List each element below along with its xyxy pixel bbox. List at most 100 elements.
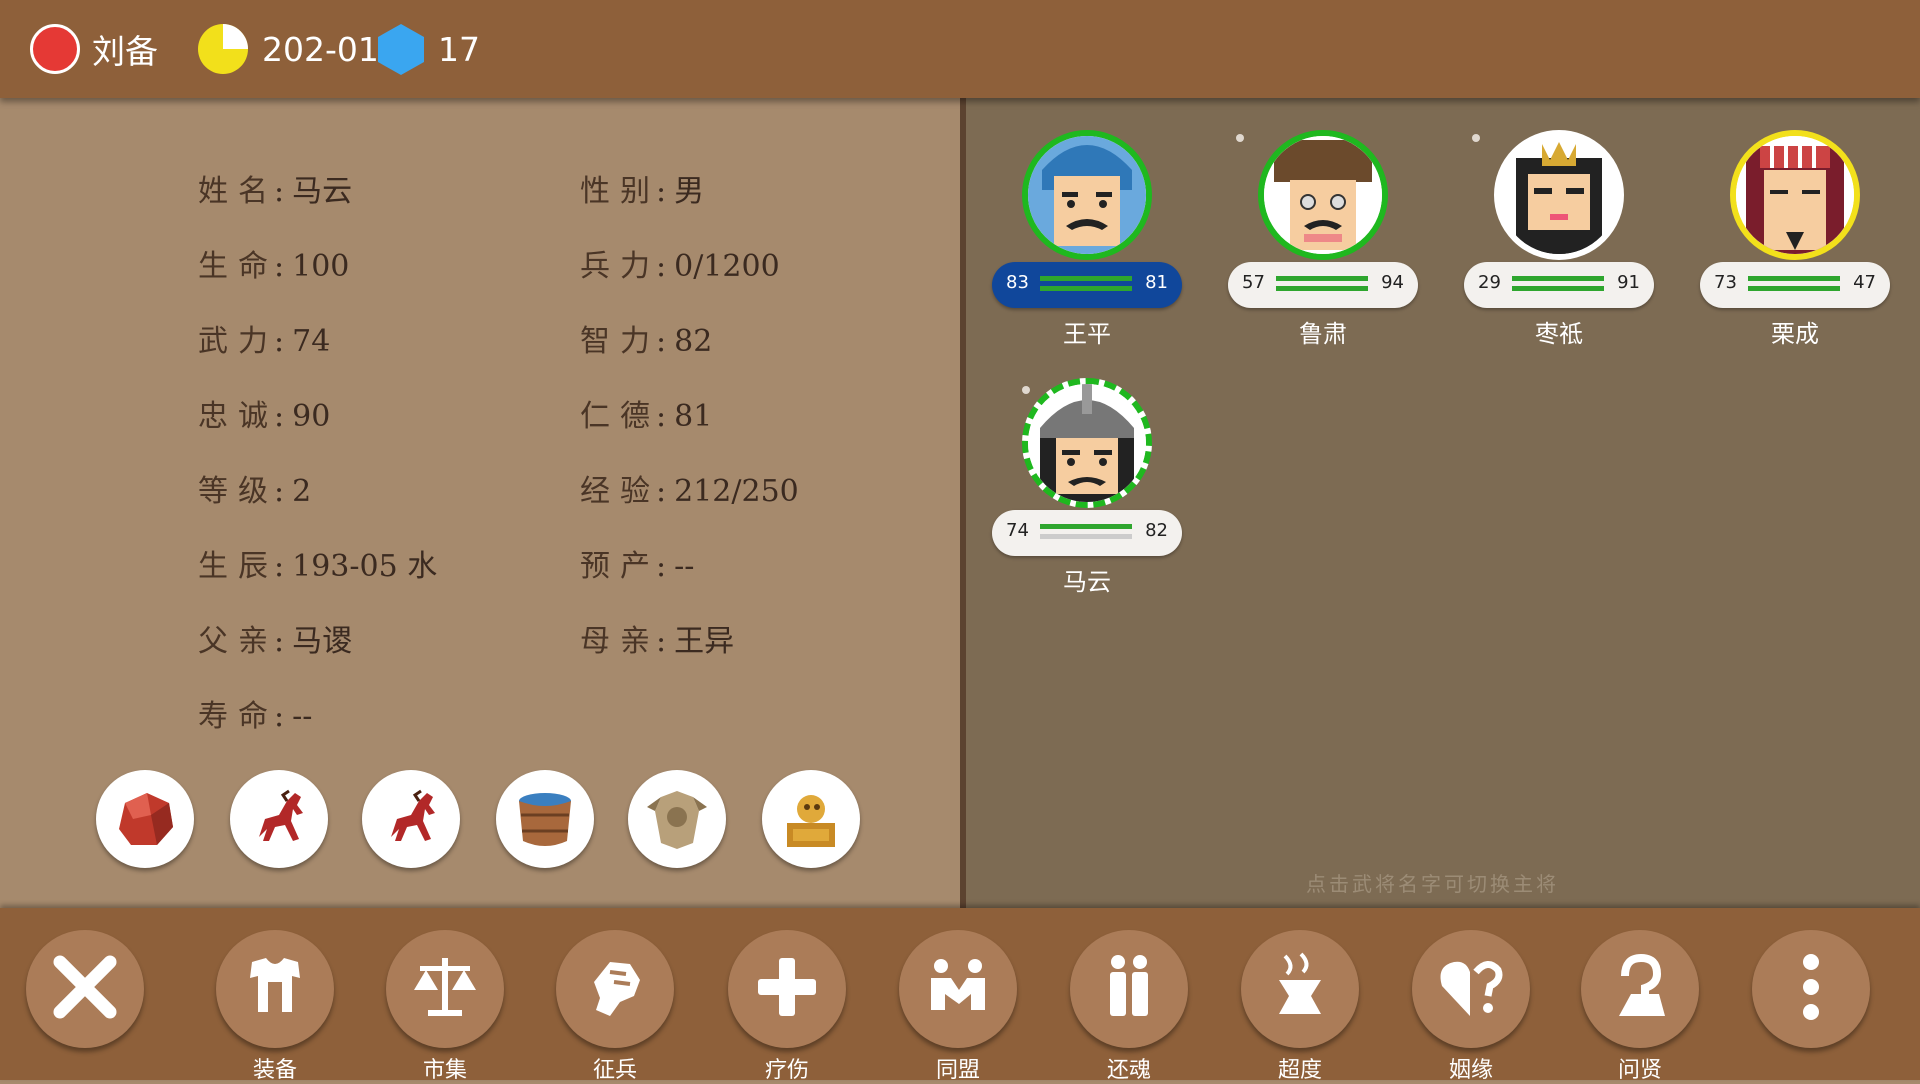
incense-button[interactable]: 超度 — [1241, 930, 1359, 1083]
faction-color-icon — [30, 24, 80, 74]
general-card[interactable]: 57 94 鲁肃 — [1228, 130, 1418, 360]
heart-question-button[interactable]: 姻缘 — [1412, 930, 1530, 1083]
general-card[interactable]: 83 81 王平 — [992, 130, 1182, 360]
strength-value: 57 — [1242, 272, 1265, 293]
close-button[interactable] — [26, 930, 144, 1048]
general-card[interactable]: 29 91 枣祗 — [1464, 130, 1654, 360]
faction-indicator[interactable]: 刘备 — [30, 0, 158, 98]
stat-colon: : — [274, 399, 285, 434]
stat-label: 预产 — [580, 549, 660, 584]
action-label: 姻缘 — [1448, 1058, 1493, 1083]
gem-count: 17 — [438, 29, 480, 69]
stat-row-2-right: 智力: 82 — [580, 316, 712, 360]
strength-bar — [1748, 276, 1840, 281]
general-card[interactable]: 73 47 栗成 — [1700, 130, 1890, 360]
action-label: 市集 — [422, 1058, 467, 1083]
general-stats-pill: 74 82 — [992, 510, 1182, 556]
date-indicator: 202-01 — [196, 0, 379, 98]
general-portrait[interactable] — [1022, 378, 1152, 508]
stat-row-3-right: 仁德: 81 — [580, 391, 712, 435]
stat-colon: : — [656, 624, 667, 659]
equipment-slot[interactable] — [96, 770, 194, 868]
strength-bar — [1512, 276, 1604, 281]
equipment-slot[interactable] — [762, 770, 860, 868]
stat-label: 生命 — [198, 249, 278, 284]
intelligence-bar — [1748, 286, 1840, 291]
general-name[interactable]: 马云 — [992, 562, 1182, 597]
stat-colon: : — [274, 624, 285, 659]
general-name[interactable]: 王平 — [992, 314, 1182, 349]
scales-button[interactable]: 市集 — [386, 930, 504, 1083]
intelligence-value: 91 — [1617, 272, 1640, 293]
stat-row-0-right: 性别: 男 — [580, 166, 704, 210]
strength-value: 83 — [1006, 272, 1029, 293]
sage-question-button[interactable]: 问贤 — [1581, 930, 1699, 1083]
stat-value: 0/1200 — [674, 249, 780, 284]
red-horse-icon — [371, 779, 451, 859]
equipment-slot[interactable] — [362, 770, 460, 868]
top-status-bar: 刘备 202-01 17 — [0, 0, 1920, 98]
general-stats-pill: 29 91 — [1464, 262, 1654, 308]
general-portrait[interactable] — [1730, 130, 1860, 260]
stat-value: 2 — [292, 474, 312, 509]
fist-button[interactable]: 征兵 — [556, 930, 674, 1083]
stat-colon: : — [274, 549, 285, 584]
general-profile-panel: 姓名: 马云 性别: 男生命: 100 兵力: 0/1200 武力: 74 智力: 82 忠诚: 90 仁… — [0, 98, 960, 908]
stat-label: 父亲 — [198, 624, 278, 659]
gem-indicator: 17 — [376, 0, 480, 98]
general-portrait[interactable] — [1258, 130, 1388, 260]
wooden-bucket-icon — [505, 779, 585, 859]
action-label: 超度 — [1277, 1058, 1322, 1083]
strength-bar — [1040, 276, 1132, 281]
stat-label: 母亲 — [580, 624, 660, 659]
stat-label: 姓名 — [198, 174, 278, 209]
intelligence-bar — [1276, 286, 1368, 291]
general-stats-pill: 57 94 — [1228, 262, 1418, 308]
generals-roster-panel: 83 81 王平 57 94 鲁肃 29 91 枣祗 73 47 栗成 74 82 马云 点击武将名字可切换… — [966, 98, 1920, 908]
stat-value: 男 — [674, 174, 705, 209]
action-label: 疗伤 — [764, 1058, 809, 1083]
plus-button[interactable]: 疗伤 — [728, 930, 846, 1083]
stat-row-6-right: 母亲: 王异 — [580, 616, 734, 660]
stat-value: 马云 — [292, 174, 353, 209]
general-portrait[interactable] — [1494, 130, 1624, 260]
action-label: 问贤 — [1617, 1058, 1662, 1083]
two-people-button[interactable]: 还魂 — [1070, 930, 1188, 1083]
intelligence-value: 94 — [1381, 272, 1404, 293]
status-dot — [1022, 386, 1030, 394]
stat-row-2-left: 武力: 74 — [198, 316, 330, 360]
stat-label: 寿命 — [198, 699, 278, 734]
stat-value: -- — [292, 699, 313, 734]
stat-label: 武力 — [198, 324, 278, 359]
equipment-slot[interactable] — [496, 770, 594, 868]
stat-row-1-left: 生命: 100 — [198, 241, 349, 285]
general-card[interactable]: 74 82 马云 — [992, 378, 1182, 608]
status-dot — [1236, 134, 1244, 142]
stat-label: 兵力 — [580, 249, 660, 284]
general-name[interactable]: 枣祗 — [1464, 314, 1654, 349]
strength-value: 74 — [1006, 520, 1029, 541]
red-horse-icon — [239, 779, 319, 859]
stat-value: 82 — [674, 324, 713, 359]
general-name[interactable]: 鲁肃 — [1228, 314, 1418, 349]
equipment-slot[interactable] — [628, 770, 726, 868]
stat-colon: : — [274, 174, 285, 209]
handshake-button[interactable]: 同盟 — [899, 930, 1017, 1083]
stat-colon: : — [656, 174, 667, 209]
bronze-armor-icon — [637, 779, 717, 859]
stat-colon: : — [656, 474, 667, 509]
golden-treasure-icon — [771, 779, 851, 859]
more-button[interactable] — [1752, 930, 1870, 1048]
stat-label: 智力 — [580, 324, 660, 359]
intelligence-bar — [1512, 286, 1604, 291]
stat-label: 性别 — [580, 174, 660, 209]
armor-button[interactable]: 装备 — [216, 930, 334, 1083]
equipment-slot[interactable] — [230, 770, 328, 868]
stat-label: 经验 — [580, 474, 660, 509]
action-label: 征兵 — [592, 1058, 637, 1083]
general-portrait[interactable] — [1022, 130, 1152, 260]
stat-colon: : — [656, 249, 667, 284]
general-name[interactable]: 栗成 — [1700, 314, 1890, 349]
action-label: 同盟 — [935, 1058, 980, 1083]
action-bar: 装备 市集 征兵 疗伤 同盟 还魂 超度 姻缘 问贤 — [0, 908, 1920, 1083]
